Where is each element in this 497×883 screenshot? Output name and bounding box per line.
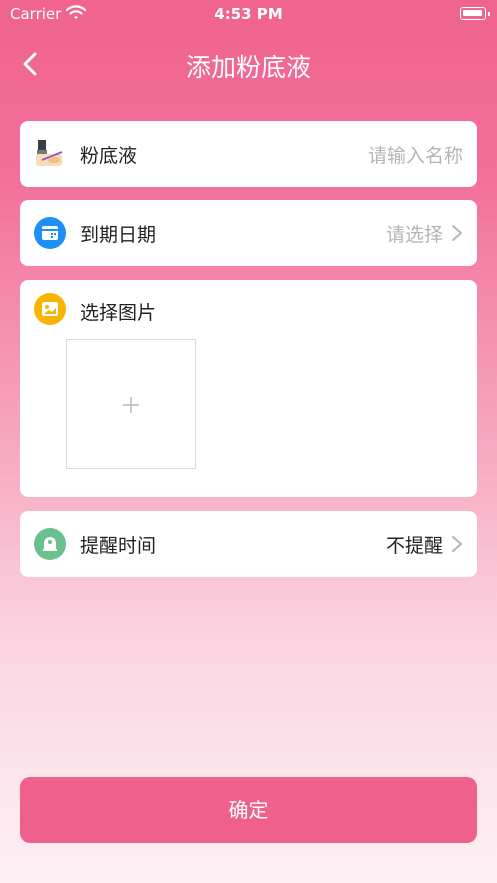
image-card: 选择图片 [20,280,477,497]
battery-icon [460,7,486,20]
bell-icon [34,528,66,560]
calendar-icon [34,217,66,249]
name-label: 粉底液 [80,145,138,167]
confirm-button[interactable]: 确定 [20,777,477,843]
expiry-date-value: 请选择 [385,224,443,246]
reminder-row[interactable]: 提醒时间 不提醒 [20,511,477,577]
expiry-date-row[interactable]: 到期日期 请选择 [20,200,477,266]
reminder-value: 不提醒 [385,535,443,557]
status-time: 4:53 PM [214,5,283,23]
foundation-icon [34,138,66,170]
status-bar: Carrier 4:53 PM [0,0,497,30]
expiry-date-label: 到期日期 [80,224,157,246]
nav-bar: 添加粉底液 [0,36,497,92]
name-input[interactable]: 请输入名称 [368,141,463,168]
add-image-button[interactable] [66,339,196,469]
plus-icon [123,397,139,413]
reminder-label: 提醒时间 [80,535,157,557]
image-icon [34,293,66,325]
name-row[interactable]: 粉底液 请输入名称 [20,121,477,187]
select-image-label: 选择图片 [80,302,157,324]
chevron-right-icon [451,535,463,557]
chevron-right-icon [451,224,463,246]
page-title: 添加粉底液 [185,53,311,82]
